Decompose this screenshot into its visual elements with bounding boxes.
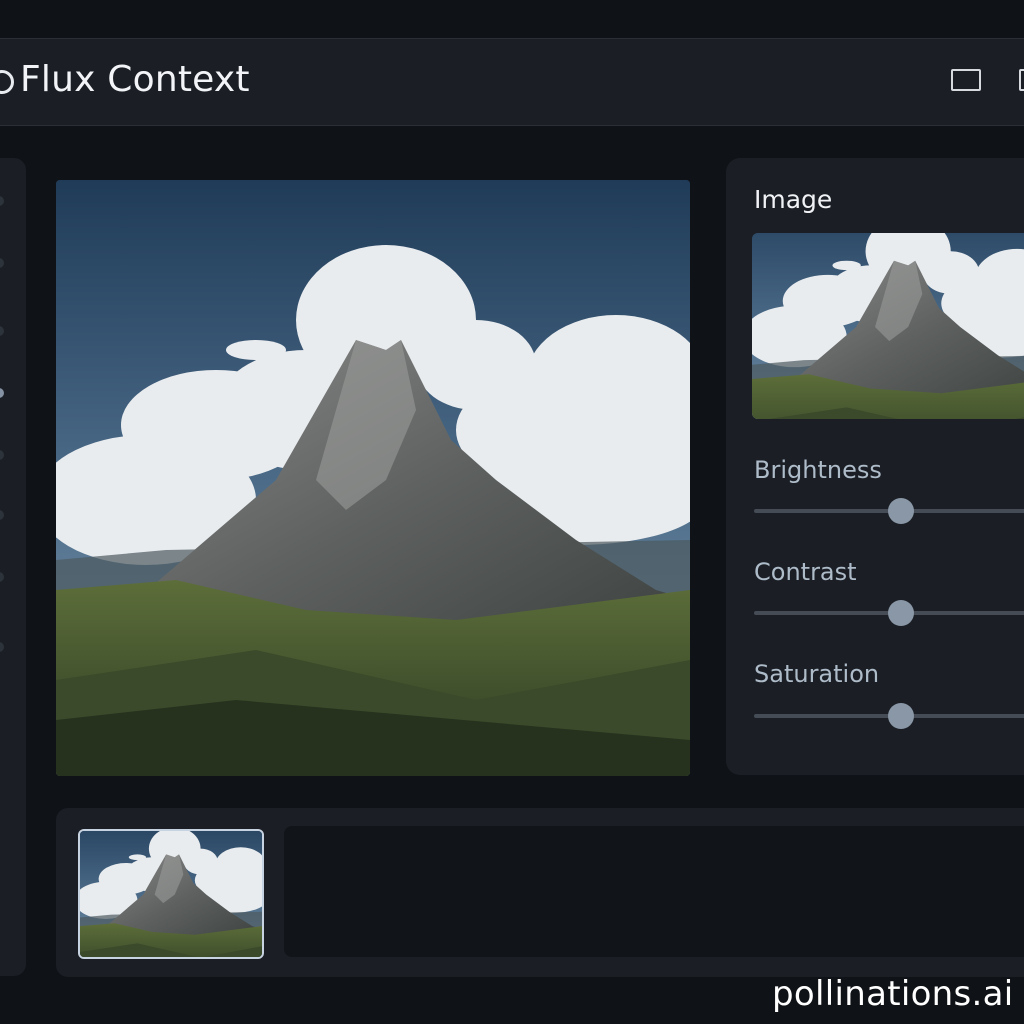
window-button-icon[interactable]	[1019, 69, 1024, 91]
app-logo-icon	[0, 70, 14, 94]
saturation-slider[interactable]	[754, 703, 1024, 729]
app-window: Flux Context Image Brightness Contrast S…	[0, 0, 1024, 1024]
contrast-slider[interactable]	[754, 600, 1024, 626]
toolbar-item[interactable]	[0, 572, 4, 582]
section-title: Image	[754, 185, 833, 214]
preview-image	[752, 233, 1024, 419]
main-image-canvas[interactable]	[56, 180, 690, 776]
toolbar-item[interactable]	[0, 450, 4, 460]
top-bar: Flux Context	[0, 38, 1024, 126]
app-title: Flux Context	[20, 59, 250, 100]
toolbar-item[interactable]	[0, 258, 4, 268]
maximize-window-icon[interactable]	[951, 69, 981, 91]
properties-panel: Image Brightness Contrast Saturation	[726, 158, 1024, 775]
prompt-input[interactable]	[284, 826, 1024, 957]
thumbnail-image	[80, 831, 262, 957]
image-thumbnail[interactable]	[78, 829, 264, 959]
brightness-slider[interactable]	[754, 498, 1024, 524]
saturation-label: Saturation	[754, 660, 880, 688]
contrast-slider-thumb[interactable]	[888, 600, 914, 626]
brightness-label: Brightness	[754, 456, 882, 484]
toolbar-item-active[interactable]	[0, 388, 4, 398]
contrast-label: Contrast	[754, 558, 857, 586]
watermark: pollinations.ai	[772, 974, 1014, 1014]
brightness-slider-thumb[interactable]	[888, 498, 914, 524]
image-preview[interactable]	[752, 233, 1024, 419]
bottom-panel	[56, 808, 1024, 977]
toolbar-item[interactable]	[0, 642, 4, 652]
toolbar-item[interactable]	[0, 510, 4, 520]
left-toolbar	[0, 158, 26, 976]
toolbar-item[interactable]	[0, 326, 4, 336]
toolbar-item[interactable]	[0, 196, 4, 206]
saturation-slider-thumb[interactable]	[888, 703, 914, 729]
mountain-image	[56, 180, 690, 776]
